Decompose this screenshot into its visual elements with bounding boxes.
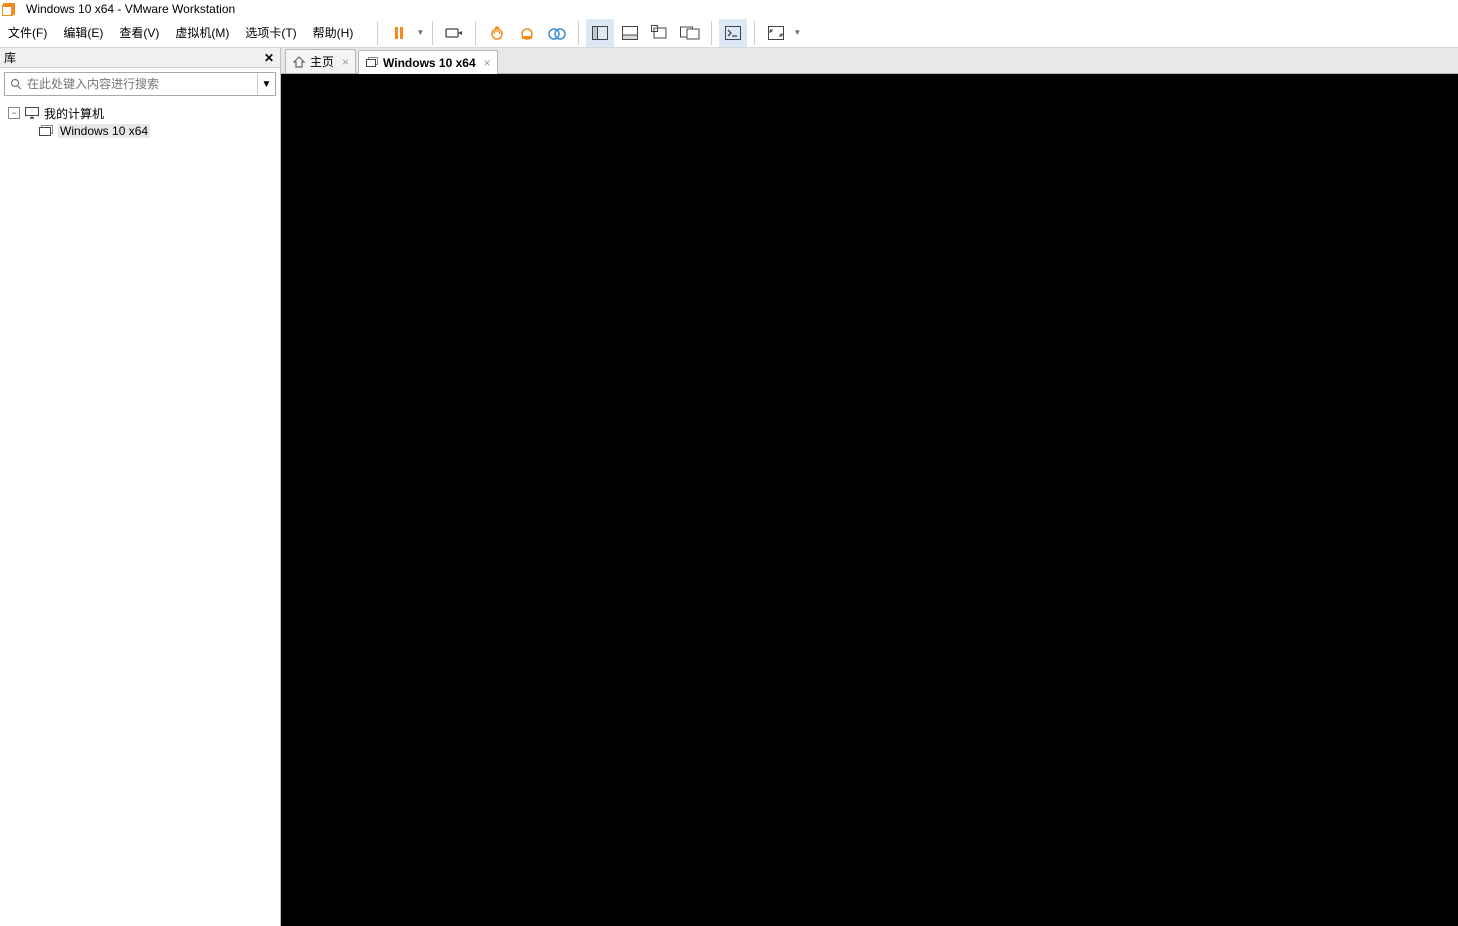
sidebar-header: 库 ✕ [0, 48, 280, 68]
sidebar-search: ▼ [0, 68, 280, 100]
toolbar: ▾ [371, 19, 803, 47]
sidebar-close-button[interactable]: ✕ [262, 51, 276, 65]
show-thumbnail-button[interactable] [616, 19, 644, 47]
tab-label: Windows 10 x64 [383, 56, 476, 70]
search-input[interactable] [27, 74, 257, 94]
main-area: 主页 × Windows 10 x64 × [281, 48, 1458, 926]
separator [711, 21, 712, 45]
monitor-icon [24, 106, 40, 120]
tab-label: 主页 [310, 53, 334, 70]
send-ctrl-alt-del-button[interactable] [440, 19, 468, 47]
library-tree: − 我的计算机 Windows 10 x64 [0, 100, 280, 144]
sidebar-title: 库 [4, 49, 262, 66]
fullscreen-button[interactable] [762, 19, 790, 47]
vm-icon [38, 124, 54, 138]
vm-display[interactable] [281, 74, 1458, 926]
menu-view[interactable]: 查看(V) [111, 18, 167, 47]
menu-tabs[interactable]: 选项卡(T) [237, 18, 304, 47]
menu-file[interactable]: 文件(F) [0, 18, 55, 47]
separator [754, 21, 755, 45]
snapshot-take-button[interactable] [483, 19, 511, 47]
menu-items: 文件(F) 编辑(E) 查看(V) 虚拟机(M) 选项卡(T) 帮助(H) [0, 18, 361, 47]
tree-label: Windows 10 x64 [58, 124, 150, 138]
tab-home[interactable]: 主页 × [285, 49, 356, 73]
power-dropdown[interactable]: ▾ [414, 27, 426, 38]
multi-monitor-button[interactable] [676, 19, 704, 47]
menubar: 文件(F) 编辑(E) 查看(V) 虚拟机(M) 选项卡(T) 帮助(H) ▾ [0, 18, 1458, 48]
body: 库 ✕ ▼ − [0, 48, 1458, 926]
tab-close-button[interactable]: × [484, 56, 491, 70]
tree-item-windows-10-x64[interactable]: Windows 10 x64 [2, 122, 278, 140]
fullscreen-dropdown[interactable]: ▾ [791, 27, 803, 38]
vm-icon [365, 56, 379, 70]
stretch-guest-button[interactable] [646, 19, 674, 47]
separator [475, 21, 476, 45]
tree-root-my-computer[interactable]: − 我的计算机 [2, 104, 278, 122]
window-title: Windows 10 x64 - VMware Workstation [26, 2, 235, 16]
search-box: ▼ [4, 72, 276, 96]
show-library-button[interactable] [586, 19, 614, 47]
collapse-icon[interactable]: − [8, 107, 20, 119]
pause-button[interactable] [385, 19, 413, 47]
menu-vm[interactable]: 虚拟机(M) [167, 18, 237, 47]
menu-edit[interactable]: 编辑(E) [55, 18, 111, 47]
search-icon [5, 78, 27, 90]
tabstrip: 主页 × Windows 10 x64 × [281, 48, 1458, 74]
home-icon [292, 55, 306, 69]
tree-label: 我的计算机 [44, 105, 104, 122]
console-view-button[interactable] [719, 19, 747, 47]
snapshot-revert-button[interactable] [513, 19, 541, 47]
search-dropdown[interactable]: ▼ [257, 73, 275, 95]
separator [578, 21, 579, 45]
separator [377, 21, 378, 45]
tab-close-button[interactable]: × [342, 55, 349, 69]
tab-windows-10-x64[interactable]: Windows 10 x64 × [358, 50, 498, 74]
snapshot-manage-button[interactable] [543, 19, 571, 47]
sidebar: 库 ✕ ▼ − [0, 48, 281, 926]
menu-help[interactable]: 帮助(H) [305, 18, 362, 47]
separator [432, 21, 433, 45]
app-icon [2, 2, 16, 16]
titlebar: Windows 10 x64 - VMware Workstation [0, 0, 1458, 18]
